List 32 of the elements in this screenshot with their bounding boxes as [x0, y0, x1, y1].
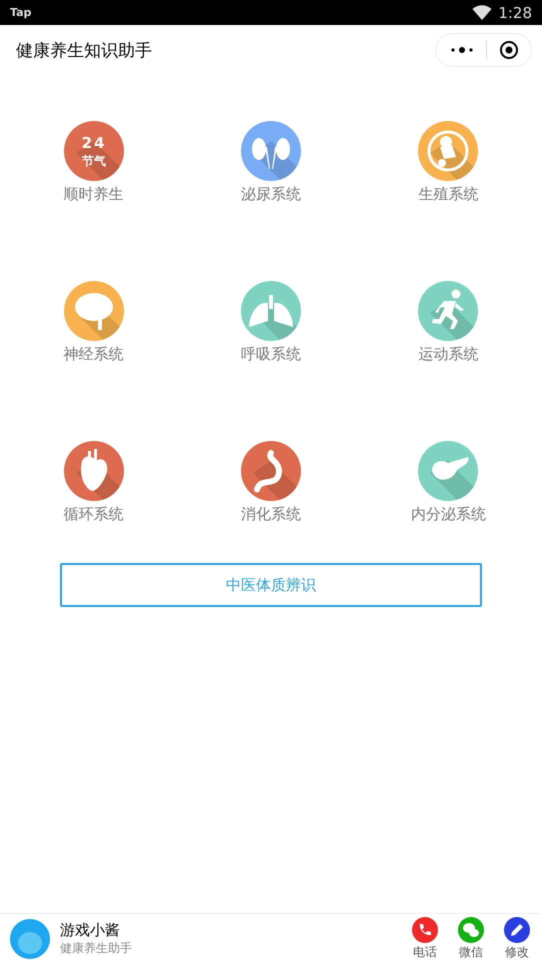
- category-label: 运动系统: [418, 345, 478, 364]
- category-item[interactable]: 呼吸系统: [182, 281, 360, 364]
- category-label: 顺时养生: [64, 185, 124, 204]
- avatar: [10, 919, 50, 959]
- more-icon[interactable]: [450, 46, 474, 54]
- carrier-label: Tap: [10, 6, 32, 19]
- category-item[interactable]: 运动系统: [360, 281, 537, 364]
- category-item[interactable]: 24 节气 顺时养生: [5, 121, 182, 204]
- footer-action[interactable]: 修改: [504, 917, 530, 961]
- clock: 1:28: [498, 4, 532, 22]
- constitution-button[interactable]: 中医体质辨识: [60, 563, 482, 607]
- category-label: 消化系统: [240, 505, 301, 524]
- account-subtitle: 健康养生助手: [60, 940, 133, 957]
- category-item[interactable]: 神经系统: [5, 281, 182, 364]
- account-name: 游戏小酱: [60, 921, 121, 940]
- close-icon[interactable]: [499, 40, 519, 60]
- category-label: 内分泌系统: [410, 505, 486, 524]
- page-title: 健康养生知识助手: [16, 40, 152, 62]
- footer-action[interactable]: 电话: [412, 917, 438, 961]
- wifi-icon: [472, 4, 492, 20]
- solar-terms-icon: 24 节气: [64, 121, 124, 181]
- category-item[interactable]: 生殖系统: [360, 121, 537, 204]
- category-item[interactable]: 循环系统: [5, 441, 182, 524]
- category-item[interactable]: 泌尿系统: [182, 121, 360, 204]
- category-label: 泌尿系统: [240, 185, 301, 204]
- category-item[interactable]: 消化系统: [182, 441, 360, 524]
- footer-action[interactable]: 微信: [458, 917, 484, 961]
- category-label: 呼吸系统: [240, 345, 301, 364]
- category-item[interactable]: 内分泌系统: [360, 441, 537, 524]
- category-label: 神经系统: [64, 345, 124, 364]
- category-label: 循环系统: [64, 505, 124, 524]
- category-label: 生殖系统: [418, 185, 478, 204]
